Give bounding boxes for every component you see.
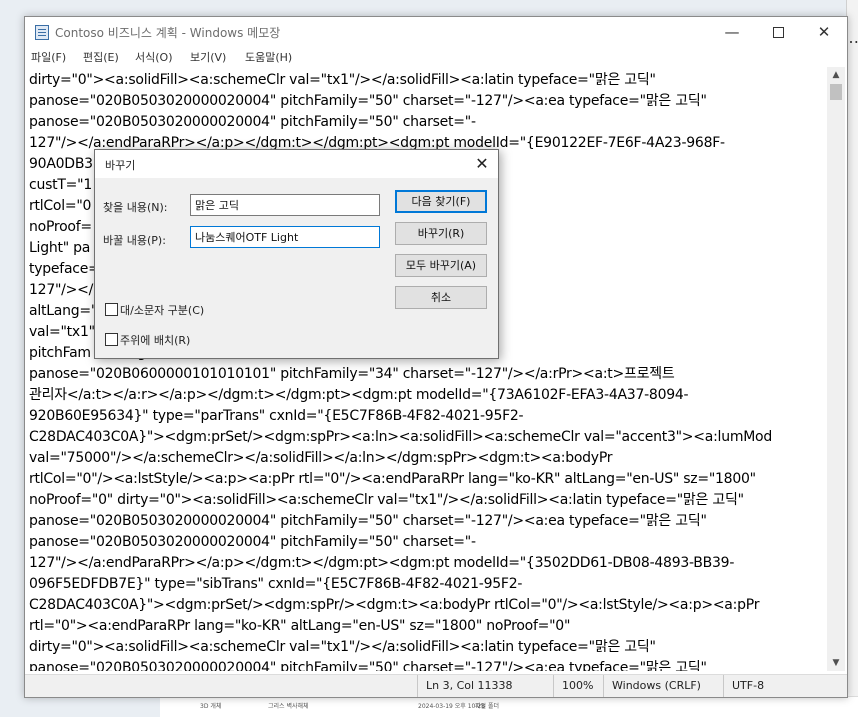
wrap-around-checkbox[interactable] — [105, 333, 118, 346]
editor-line: 127"/></a:endParaRPr></a:p></dgm:t></dgm… — [29, 555, 735, 571]
menu-format[interactable]: 서식(O) — [135, 49, 172, 65]
background-explorer-window: 3D 개체 그리스 벽사해체 2024-03-19 오후 10:28 파일 폴더 — [160, 696, 858, 717]
encoding: UTF-8 — [723, 675, 764, 697]
editor-line: rtl="0"><a:endParaRPr lang="ko-KR" altLa… — [29, 618, 571, 634]
editor-line: panose="020B0600000101010101" pitchFamil… — [29, 366, 675, 382]
menu-file[interactable]: 파일(F) — [31, 49, 66, 65]
cursor-position: Ln 3, Col 11338 — [417, 675, 513, 697]
match-case-label: 대/소문자 구분(C) — [120, 304, 205, 317]
bg-item: 파일 폴더 — [475, 703, 499, 710]
editor-line: rtlCol="0"/><a:lstStyle/><a:p><a:pPr rtl… — [29, 471, 756, 487]
editor-line: panose="020B0503020000020004" pitchFamil… — [29, 93, 707, 109]
editor-line: C28DAC403C0A}"><dgm:prSet/><dgm:spPr><a:… — [29, 429, 772, 445]
editor-line: C28DAC403C0A}"><dgm:prSet/><dgm:spPr/><d… — [29, 597, 760, 613]
editor-line: val="75000"/></a:schemeClr></a:solidFill… — [29, 450, 613, 466]
zoom-level: 100% — [553, 675, 593, 697]
scrollbar-thumb[interactable] — [830, 84, 842, 100]
editor-line: noProof="0" dirty="0"><a:solidFill><a:sc… — [29, 492, 744, 508]
title-bar[interactable]: Contoso 비즈니스 계획 - Windows 메모장 — ✕ — [25, 17, 847, 47]
menu-bar: 파일(F) 편집(E) 서식(O) 보기(V) 도움말(H) — [25, 47, 847, 67]
find-label: 찾을 내용(N): — [103, 201, 168, 214]
editor-line: dirty="0"><a:solidFill><a:schemeClr val=… — [29, 72, 656, 88]
replace-all-button[interactable]: 모두 바꾸기(A) — [395, 254, 487, 277]
editor-line: 90A0DB3 — [29, 156, 93, 172]
editor-line: panose="020B0503020000020004" pitchFamil… — [29, 114, 476, 130]
wrap-around-label: 주위에 배치(R) — [120, 334, 191, 347]
vertical-scrollbar[interactable]: ▲ ▼ — [827, 67, 845, 671]
editor-line: panose="020B0503020000020004" pitchFamil… — [29, 534, 476, 550]
find-next-button[interactable]: 다음 찾기(F) — [395, 190, 487, 213]
editor-line: panose="020B0503020000020004" pitchFamil… — [29, 660, 707, 671]
bg-item: 3D 개체 — [200, 703, 222, 710]
maximize-icon — [772, 27, 784, 38]
close-button[interactable]: ✕ — [801, 17, 847, 47]
notepad-icon — [35, 25, 49, 40]
line-ending: Windows (CRLF) — [603, 675, 701, 697]
dialog-title-bar[interactable]: 바꾸기 ✕ — [95, 150, 498, 178]
match-case-checkbox[interactable] — [105, 303, 118, 316]
dialog-title: 바꾸기 — [105, 159, 136, 172]
editor-line: 920B60E95634}" type="parTrans" cxnId="{E… — [29, 408, 524, 424]
minimize-button[interactable]: — — [709, 17, 755, 47]
editor-line: dirty="0"><a:solidFill><a:schemeClr val=… — [29, 639, 656, 655]
replace-label: 바꿀 내용(P): — [103, 234, 166, 247]
menu-view[interactable]: 보기(V) — [190, 49, 226, 65]
dialog-close-button[interactable]: ✕ — [469, 152, 495, 176]
status-bar: Ln 3, Col 11338 100% Windows (CRLF) UTF-… — [25, 674, 847, 697]
editor-line: panose="020B0503020000020004" pitchFamil… — [29, 513, 707, 529]
menu-edit[interactable]: 편집(E) — [83, 49, 119, 65]
replace-input[interactable] — [190, 226, 380, 248]
maximize-button[interactable] — [755, 17, 801, 47]
replace-dialog: 바꾸기 ✕ 찾을 내용(N): 바꿀 내용(P): 다음 찾기(F) 바꾸기(R… — [94, 149, 499, 359]
scroll-down-arrow-icon[interactable]: ▼ — [827, 655, 845, 671]
menu-help[interactable]: 도움말(H) — [245, 49, 292, 65]
cancel-button[interactable]: 취소 — [395, 286, 487, 309]
replace-button[interactable]: 바꾸기(R) — [395, 222, 487, 245]
find-input[interactable] — [190, 194, 380, 216]
window-title: Contoso 비즈니스 계획 - Windows 메모장 — [55, 26, 281, 40]
editor-line: 096F5EDFDB7E}" type="sibTrans" cxnId="{E… — [29, 576, 523, 592]
scroll-up-arrow-icon[interactable]: ▲ — [827, 67, 845, 83]
editor-line: 관리자</a:t></a:r></a:p></dgm:t></dgm:pt><d… — [29, 387, 689, 403]
bg-item: 그리스 벽사해체 — [268, 703, 309, 710]
